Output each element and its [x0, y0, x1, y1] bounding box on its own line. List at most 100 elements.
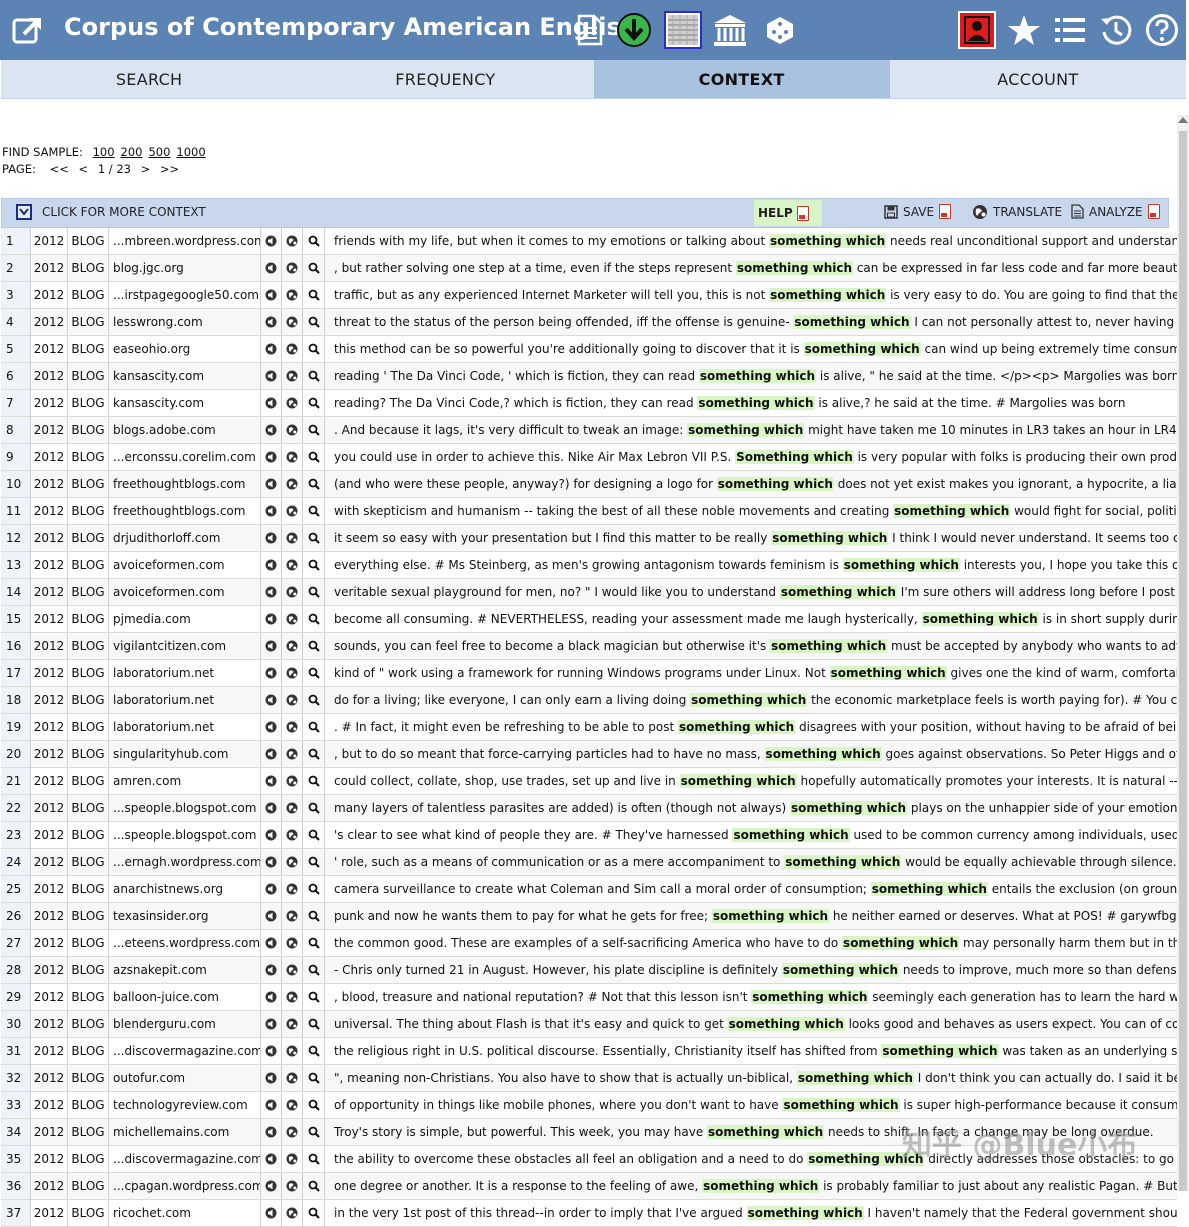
table-row[interactable]: 27 2012 BLOG ...eteens.wordpress.com the…	[1, 930, 1177, 957]
search-button[interactable]	[303, 714, 325, 740]
row-context[interactable]: of opportunity in things like mobile pho…	[325, 1092, 1177, 1118]
search-button[interactable]	[303, 417, 325, 443]
translate-row-button[interactable]	[282, 282, 303, 308]
translate-row-button[interactable]	[282, 768, 303, 794]
audio-button[interactable]	[261, 390, 282, 416]
search-button[interactable]	[303, 660, 325, 686]
table-row[interactable]: 2 2012 BLOG blog.jgc.org , but rather so…	[1, 255, 1177, 282]
search-button[interactable]	[303, 633, 325, 659]
row-source-link[interactable]: laboratorium.net	[109, 687, 261, 713]
row-source-link[interactable]: ...eteens.wordpress.com	[109, 930, 261, 956]
match-keyword[interactable]: something which	[687, 423, 805, 437]
table-row[interactable]: 10 2012 BLOG freethoughtblogs.com (and w…	[1, 471, 1177, 498]
translate-row-button[interactable]	[282, 660, 303, 686]
table-row[interactable]: 15 2012 BLOG pjmedia.com become all cons…	[1, 606, 1177, 633]
translate-row-button[interactable]	[282, 822, 303, 848]
audio-button[interactable]	[261, 444, 282, 470]
audio-button[interactable]	[261, 1092, 282, 1118]
translate-row-button[interactable]	[282, 309, 303, 335]
row-context[interactable]: . # In fact, it might even be refreshing…	[325, 714, 1177, 740]
translate-row-button[interactable]	[282, 525, 303, 551]
audio-button[interactable]	[261, 255, 282, 281]
row-context[interactable]: reading? The Da Vinci Code,? which is fi…	[325, 390, 1177, 416]
audio-button[interactable]	[261, 282, 282, 308]
scrollbar[interactable]	[1177, 115, 1189, 1191]
translate-row-button[interactable]	[282, 687, 303, 713]
audio-button[interactable]	[261, 1200, 282, 1226]
match-keyword[interactable]: something which	[921, 612, 1039, 626]
search-button[interactable]	[303, 606, 325, 632]
row-context[interactable]: sounds, you can feel free to become a bl…	[325, 633, 1177, 659]
history-icon[interactable]	[1098, 12, 1134, 48]
translate-row-button[interactable]	[282, 579, 303, 605]
row-source-link[interactable]: azsnakepit.com	[109, 957, 261, 983]
row-context[interactable]: threat to the status of the person being…	[325, 309, 1177, 335]
row-context[interactable]: it seem so easy with your presentation b…	[325, 525, 1177, 551]
search-button[interactable]	[303, 1065, 325, 1091]
row-source-link[interactable]: blog.jgc.org	[109, 255, 261, 281]
audio-button[interactable]	[261, 1146, 282, 1172]
translate-row-button[interactable]	[282, 1065, 303, 1091]
search-button[interactable]	[303, 525, 325, 551]
row-context[interactable]: in the very 1st post of this thread--in …	[325, 1200, 1177, 1226]
row-context[interactable]: with skepticism and humanism -- taking t…	[325, 498, 1177, 524]
translate-row-button[interactable]	[282, 1092, 303, 1118]
audio-button[interactable]	[261, 1173, 282, 1199]
translate-row-button[interactable]	[282, 336, 303, 362]
audio-button[interactable]	[261, 336, 282, 362]
match-keyword[interactable]: something which	[697, 396, 815, 410]
row-context[interactable]: become all consuming. # NEVERTHELESS, re…	[325, 606, 1177, 632]
row-source-link[interactable]: ...mbreen.wordpress.com	[109, 228, 261, 254]
translate-row-button[interactable]	[282, 1011, 303, 1037]
match-keyword[interactable]: something which	[764, 747, 882, 761]
table-row[interactable]: 4 2012 BLOG lesswrong.com threat to the …	[1, 309, 1177, 336]
table-row[interactable]: 28 2012 BLOG azsnakepit.com - Chris only…	[1, 957, 1177, 984]
table-row[interactable]: 29 2012 BLOG balloon-juice.com , blood, …	[1, 984, 1177, 1011]
row-source-link[interactable]: kansascity.com	[109, 390, 261, 416]
translate-row-button[interactable]	[282, 984, 303, 1010]
translate-row-button[interactable]	[282, 930, 303, 956]
row-context[interactable]: (and who were these people, anyway?) for…	[325, 471, 1177, 497]
search-button[interactable]	[303, 309, 325, 335]
row-context[interactable]: , blood, treasure and national reputatio…	[325, 984, 1177, 1010]
table-row[interactable]: 22 2012 BLOG ...speople.blogspot.com man…	[1, 795, 1177, 822]
audio-button[interactable]	[261, 1011, 282, 1037]
tab-search[interactable]: SEARCH	[1, 60, 297, 98]
table-row[interactable]: 16 2012 BLOG vigilantcitizen.com sounds,…	[1, 633, 1177, 660]
dice-icon[interactable]	[762, 12, 798, 48]
row-source-link[interactable]: texasinsider.org	[109, 903, 261, 929]
table-row[interactable]: 26 2012 BLOG texasinsider.org punk and n…	[1, 903, 1177, 930]
translate-row-button[interactable]	[282, 1173, 303, 1199]
translate-row-button[interactable]	[282, 957, 303, 983]
match-keyword[interactable]: something which	[881, 1044, 999, 1058]
translate-row-button[interactable]	[282, 498, 303, 524]
translate-row-button[interactable]	[282, 714, 303, 740]
search-button[interactable]	[303, 552, 325, 578]
search-button[interactable]	[303, 1200, 325, 1226]
tab-context[interactable]: CONTEXT	[593, 60, 890, 98]
row-context[interactable]: this method can be so powerful you're ad…	[325, 336, 1177, 362]
match-keyword[interactable]: something which	[789, 801, 908, 815]
audio-button[interactable]	[261, 579, 282, 605]
search-button[interactable]	[303, 498, 325, 524]
match-keyword[interactable]: something which	[698, 369, 817, 383]
audio-button[interactable]	[261, 1038, 282, 1064]
translate-row-button[interactable]	[282, 255, 303, 281]
table-row[interactable]: 14 2012 BLOG avoiceformen.com veritable …	[1, 579, 1177, 606]
translate-row-button[interactable]	[282, 1146, 303, 1172]
match-keyword[interactable]: something which	[769, 288, 887, 302]
audio-button[interactable]	[261, 1119, 282, 1145]
row-context[interactable]: kind of " work using a framework for run…	[325, 660, 1177, 686]
table-row[interactable]: 37 2012 BLOG ricochet.com in the very 1s…	[1, 1200, 1177, 1227]
search-button[interactable]	[303, 1038, 325, 1064]
row-context[interactable]: ' role, such as a means of communication…	[325, 849, 1177, 875]
match-keyword[interactable]: something which	[842, 558, 960, 572]
row-source-link[interactable]: anarchistnews.org	[109, 876, 261, 902]
search-button[interactable]	[303, 876, 325, 902]
row-context[interactable]: - Chris only turned 21 in August. Howeve…	[325, 957, 1177, 983]
search-button[interactable]	[303, 903, 325, 929]
row-context[interactable]: do for a living; like everyone, I can on…	[325, 687, 1177, 713]
search-button[interactable]	[303, 444, 325, 470]
search-button[interactable]	[303, 1119, 325, 1145]
row-source-link[interactable]: singularityhub.com	[109, 741, 261, 767]
